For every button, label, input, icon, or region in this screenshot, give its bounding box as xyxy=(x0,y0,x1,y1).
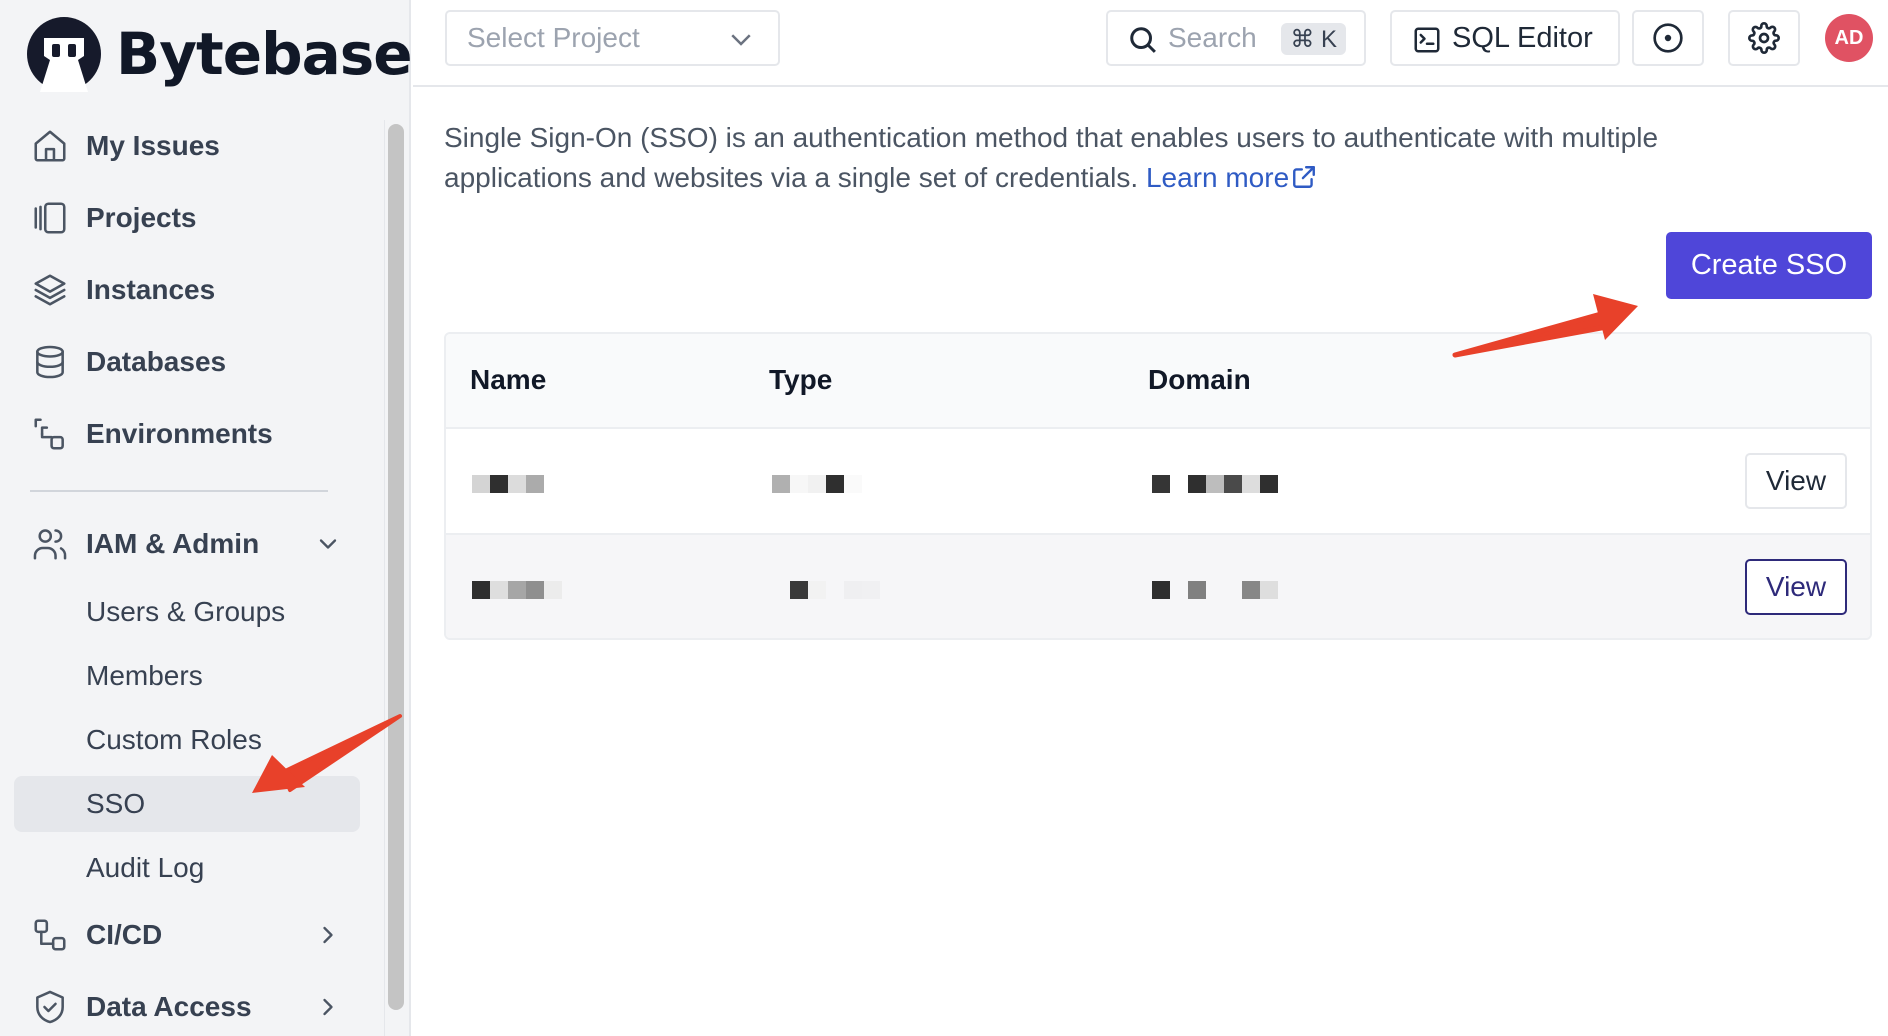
home-icon xyxy=(30,126,70,166)
layers-icon xyxy=(30,270,70,310)
chevron-right-icon[interactable] xyxy=(314,993,342,1021)
view-button[interactable]: View xyxy=(1745,559,1847,615)
sidebar-item-databases[interactable]: Databases xyxy=(14,334,360,390)
sidebar-item-my-issues[interactable]: My Issues xyxy=(14,118,360,174)
cell-name-redacted xyxy=(472,475,544,493)
sidebar-item-label: SSO xyxy=(86,788,146,819)
sidebar-divider xyxy=(30,490,328,492)
project-select-placeholder: Select Project xyxy=(467,22,640,53)
users-icon xyxy=(30,524,70,564)
cell-type-redacted xyxy=(772,475,862,493)
external-link-icon xyxy=(1291,161,1317,188)
cell-domain-redacted xyxy=(1152,581,1278,599)
settings-button[interactable] xyxy=(1728,10,1800,66)
search-shortcut-badge: ⌘ K xyxy=(1281,23,1346,55)
top-bar: Select Project Search ⌘ K SQL Editor AD xyxy=(413,0,1888,87)
sidebar-item-label: Environments xyxy=(86,418,273,449)
table-row: View xyxy=(446,429,1870,535)
workflow-icon xyxy=(30,915,70,955)
search-icon xyxy=(1128,25,1158,55)
sidebar-item-custom-roles[interactable]: Custom Roles xyxy=(14,712,360,768)
sso-description: Single Sign-On (SSO) is an authenticatio… xyxy=(444,118,1734,198)
brand-name: Bytebase xyxy=(116,20,413,88)
brand-logo[interactable]: Bytebase xyxy=(26,16,413,92)
sidebar-item-users-groups[interactable]: Users & Groups xyxy=(14,584,360,640)
column-header-domain: Domain xyxy=(1148,364,1251,395)
chevron-down-icon[interactable] xyxy=(314,530,342,558)
sidebar-group-label: Data Access xyxy=(86,991,252,1022)
chevron-down-icon xyxy=(726,24,756,54)
sidebar-item-instances[interactable]: Instances xyxy=(14,262,360,318)
sidebar-item-projects[interactable]: Projects xyxy=(14,190,360,246)
table-header: Name Type Domain xyxy=(446,334,1870,429)
chevron-right-icon[interactable] xyxy=(314,921,342,949)
sidebar-group-ci-cd[interactable]: CI/CD xyxy=(14,907,360,963)
column-header-name: Name xyxy=(470,364,547,395)
terminal-icon xyxy=(1412,25,1442,55)
search-button[interactable]: Search ⌘ K xyxy=(1106,10,1366,66)
sso-table: Name Type Domain View View xyxy=(444,332,1872,640)
database-icon xyxy=(30,342,70,382)
sidebar-item-label: Custom Roles xyxy=(86,724,262,755)
sidebar-item-label: Databases xyxy=(86,346,227,377)
search-label: Search xyxy=(1168,22,1257,53)
sidebar-group-label: IAM & Admin xyxy=(86,528,260,559)
sidebar-item-audit-log[interactable]: Audit Log xyxy=(14,840,360,896)
project-select[interactable]: Select Project xyxy=(445,10,780,66)
sidebar-group-iam-admin[interactable]: IAM & Admin xyxy=(14,516,360,572)
sidebar-item-label: Audit Log xyxy=(86,852,205,883)
sidebar-group-label: CI/CD xyxy=(86,919,163,950)
sso-description-text: Single Sign-On (SSO) is an authenticatio… xyxy=(444,122,1659,193)
column-header-type: Type xyxy=(769,364,833,395)
learn-more-link[interactable]: Learn more xyxy=(1146,162,1317,193)
sidebar-item-label: Users & Groups xyxy=(86,596,286,627)
cell-domain-redacted xyxy=(1152,475,1278,493)
sidebar-item-label: My Issues xyxy=(86,130,220,161)
sidebar-item-label: Members xyxy=(86,660,203,691)
cell-type-redacted xyxy=(790,581,880,599)
user-avatar[interactable]: AD xyxy=(1825,14,1873,62)
learn-more-label: Learn more xyxy=(1145,162,1290,193)
quickstart-button[interactable] xyxy=(1632,10,1704,66)
sidebar-group-data-access[interactable]: Data Access xyxy=(14,979,360,1035)
sidebar-item-sso[interactable]: SSO xyxy=(14,776,360,832)
sql-editor-button[interactable]: SQL Editor xyxy=(1390,10,1620,66)
table-row: View xyxy=(446,535,1870,638)
view-button[interactable]: View xyxy=(1745,453,1847,509)
sidebar-item-label: Instances xyxy=(86,274,216,305)
sidebar-item-environments[interactable]: Environments xyxy=(14,406,360,462)
projects-icon xyxy=(30,198,70,238)
sql-editor-label: SQL Editor xyxy=(1452,21,1593,54)
sidebar-scrollbar-thumb[interactable] xyxy=(388,124,404,1010)
create-sso-button[interactable]: Create SSO xyxy=(1666,232,1872,299)
sidebar-item-members[interactable]: Members xyxy=(14,648,360,704)
sidebar: Bytebase My Issues Projects Instances Da… xyxy=(0,0,413,1036)
cell-name-redacted xyxy=(472,581,562,599)
sidebar-item-label: Projects xyxy=(86,202,197,233)
environments-icon xyxy=(30,414,70,454)
gear-icon xyxy=(1748,22,1780,54)
shield-check-icon xyxy=(30,987,70,1027)
target-circle-icon xyxy=(1653,23,1683,53)
bytebase-logo-icon xyxy=(27,17,101,92)
